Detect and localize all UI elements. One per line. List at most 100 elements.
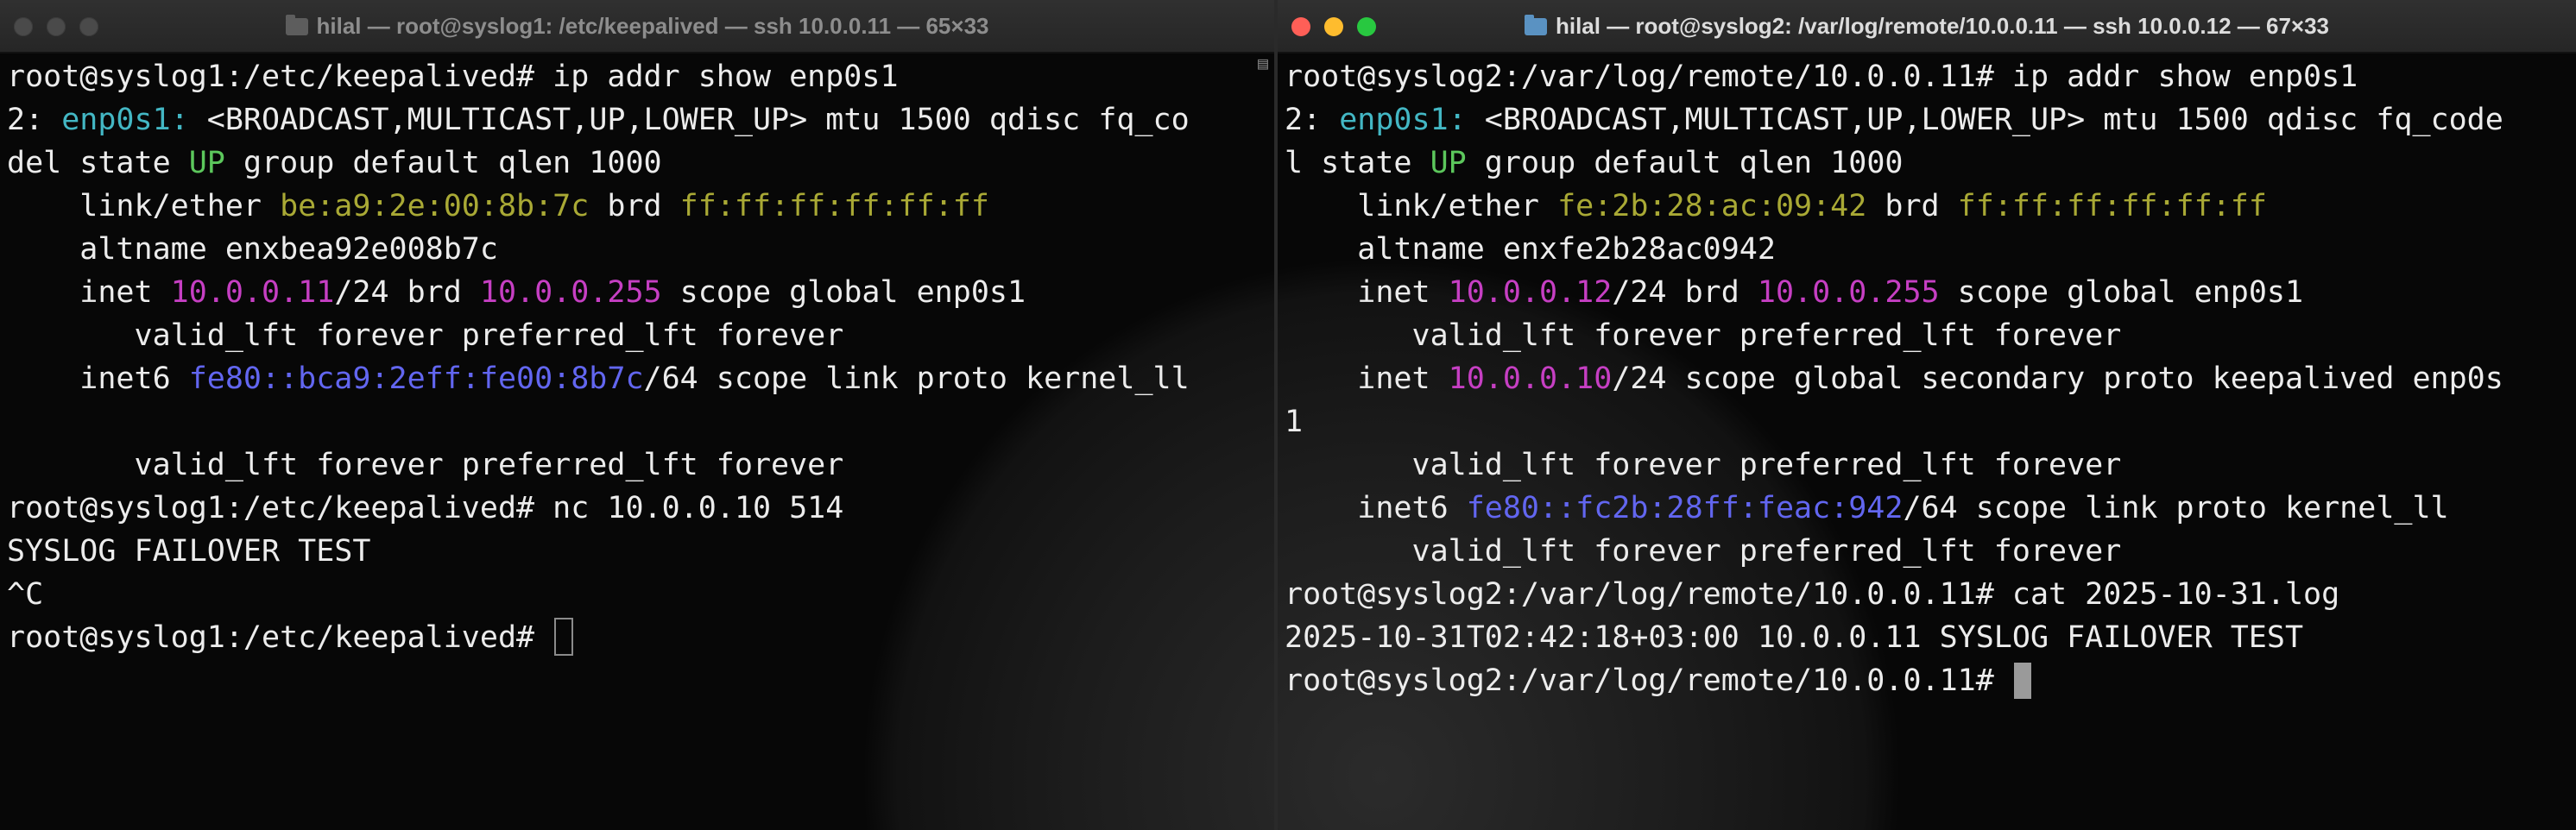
terminal-line: valid_lft forever preferred_lft forever — [1285, 443, 2503, 487]
terminal-line: inet6 fe80::bca9:2eff:fe00:8b7c/64 scope… — [7, 357, 1190, 400]
terminal-text: valid_lft forever preferred_lft forever — [1285, 318, 2122, 353]
terminal-text: inet — [1285, 275, 1449, 310]
terminal-text: 2: — [1285, 103, 1340, 137]
terminal-line: inet 10.0.0.10/24 scope global secondary… — [1285, 357, 2503, 400]
terminal-line: inet 10.0.0.11/24 brd 10.0.0.255 scope g… — [7, 271, 1190, 314]
terminal-text: scope global enp0s1 — [1939, 275, 2304, 310]
terminal-text: 10.0.0.10 — [1448, 362, 1613, 396]
terminal-text: ff:ff:ff:ff:ff:ff — [679, 189, 989, 223]
terminal-text: 1 — [1285, 405, 1304, 439]
terminal-line: altname enxbea92e008b7c — [7, 228, 1190, 271]
terminal-text: 10.0.0.255 — [479, 275, 662, 310]
terminal-line: valid_lft forever preferred_lft forever — [7, 443, 1190, 487]
terminal-text: 10.0.0.255 — [1757, 275, 1940, 310]
terminal-text: inet — [1285, 362, 1449, 396]
terminal-line: del state UP group default qlen 1000 — [7, 141, 1190, 185]
terminal-line: root@syslog2:/var/log/remote/10.0.0.11# … — [1285, 55, 2503, 98]
terminal-text: root@syslog2:/var/log/remote/10.0.0.11# … — [1285, 577, 2340, 612]
terminal-text: ^C — [7, 577, 44, 612]
terminal-text: root@syslog2:/var/log/remote/10.0.0.11# — [1285, 663, 2012, 698]
terminal-text: enp0s1: — [61, 103, 189, 137]
terminal-line: valid_lft forever preferred_lft forever — [1285, 530, 2503, 573]
terminal-line: ^C — [7, 573, 1190, 616]
terminal-text: valid_lft forever preferred_lft forever — [7, 448, 844, 482]
terminal-text: 10.0.0.11 — [170, 275, 335, 310]
terminal-text: inet — [7, 275, 171, 310]
terminal-text: valid_lft forever preferred_lft forever — [1285, 534, 2122, 569]
terminal-text: fe:2b:28:ac:09:42 — [1557, 189, 1867, 223]
terminal-text: <BROADCAST,MULTICAST,UP,LOWER_UP> mtu 15… — [1466, 103, 2503, 137]
terminal-output[interactable]: root@syslog2:/var/log/remote/10.0.0.11# … — [1285, 55, 2503, 702]
terminal-line: root@syslog1:/etc/keepalived# ip addr sh… — [7, 55, 1190, 98]
window-title-text: hilal — root@syslog2: /var/log/remote/10… — [1555, 13, 2330, 39]
terminal-text: altname enxbea92e008b7c — [7, 232, 498, 267]
terminal-text: link/ether — [1285, 189, 1558, 223]
terminal-line: root@syslog2:/var/log/remote/10.0.0.11# — [1285, 659, 2503, 702]
terminal-text: l state — [1285, 146, 1430, 180]
window-title: hilal — root@syslog1: /etc/keepalived — … — [0, 0, 1274, 52]
terminal-text: link/ether — [7, 189, 281, 223]
terminal-line: 2: enp0s1: <BROADCAST,MULTICAST,UP,LOWER… — [1285, 98, 2503, 141]
terminal-line: 2: enp0s1: <BROADCAST,MULTICAST,UP,LOWER… — [7, 98, 1190, 141]
terminal-text: scope global enp0s1 — [661, 275, 1026, 310]
terminal-text: root@syslog1:/etc/keepalived# — [7, 620, 553, 655]
terminal-line: root@syslog1:/etc/keepalived# nc 10.0.0.… — [7, 487, 1190, 530]
terminal-text: altname enxfe2b28ac0942 — [1285, 232, 1776, 267]
terminal-text: <BROADCAST,MULTICAST,UP,LOWER_UP> mtu 15… — [188, 103, 1190, 137]
scroll-indicator-icon[interactable]: ▤ — [1253, 53, 1272, 72]
folder-icon — [1524, 15, 1547, 35]
terminal-text: valid_lft forever preferred_lft forever — [7, 318, 844, 353]
terminal-window-syslog2[interactable]: hilal — root@syslog2: /var/log/remote/10… — [1278, 0, 2576, 830]
terminal-text: /24 scope global secondary proto keepali… — [1612, 362, 2503, 396]
terminal-line: SYSLOG FAILOVER TEST — [7, 530, 1190, 573]
terminal-text: UP — [1430, 146, 1467, 180]
terminal-line: link/ether be:a9:2e:00:8b:7c brd ff:ff:f… — [7, 185, 1190, 228]
terminal-text: /64 scope link proto kernel_ll — [1903, 491, 2449, 525]
terminal-line: valid_lft forever preferred_lft forever — [1285, 314, 2503, 357]
terminal-text: ff:ff:ff:ff:ff:ff — [1957, 189, 2267, 223]
terminal-text: 2025-10-31T02:42:18+03:00 10.0.0.11 SYSL… — [1285, 620, 2304, 655]
terminal-text: /24 brd — [1612, 275, 1758, 310]
terminal-text: group default qlen 1000 — [224, 146, 662, 180]
terminal-text: root@syslog1:/etc/keepalived# nc 10.0.0.… — [7, 491, 844, 525]
terminal-text: fe80::fc2b:28ff:feac:942 — [1466, 491, 1904, 525]
text-cursor — [2013, 663, 2031, 699]
terminal-line: root@syslog1:/etc/keepalived# — [7, 616, 1190, 659]
terminal-text: /24 brd — [334, 275, 480, 310]
title-bar[interactable]: hilal — root@syslog2: /var/log/remote/10… — [1278, 0, 2576, 53]
terminal-text: brd — [589, 189, 680, 223]
terminal-line: valid_lft forever preferred_lft forever — [7, 314, 1190, 357]
folder-icon — [285, 15, 308, 35]
terminal-text: root@syslog1:/etc/keepalived# ip addr sh… — [7, 60, 899, 94]
terminal-text: group default qlen 1000 — [1466, 146, 1904, 180]
terminal-text: root@syslog2:/var/log/remote/10.0.0.11# … — [1285, 60, 2358, 94]
terminal-text: del state — [7, 146, 189, 180]
terminal-text: UP — [188, 146, 225, 180]
terminal-line: root@syslog2:/var/log/remote/10.0.0.11# … — [1285, 573, 2503, 616]
window-title-text: hilal — root@syslog1: /etc/keepalived — … — [316, 13, 989, 39]
terminal-text: 10.0.0.12 — [1448, 275, 1613, 310]
terminal-text: inet6 — [1285, 491, 1467, 525]
terminal-text: enp0s1: — [1339, 103, 1467, 137]
terminal-line: inet6 fe80::fc2b:28ff:feac:942/64 scope … — [1285, 487, 2503, 530]
terminal-line: inet 10.0.0.12/24 brd 10.0.0.255 scope g… — [1285, 271, 2503, 314]
terminal-text: 2: — [7, 103, 62, 137]
terminal-text: /64 scope link proto kernel_ll — [643, 362, 1190, 396]
terminal-line: link/ether fe:2b:28:ac:09:42 brd ff:ff:f… — [1285, 185, 2503, 228]
terminal-text: SYSLOG FAILOVER TEST — [7, 534, 371, 569]
text-cursor — [554, 618, 574, 656]
terminal-text: inet6 — [7, 362, 189, 396]
terminal-line: 2025-10-31T02:42:18+03:00 10.0.0.11 SYSL… — [1285, 616, 2503, 659]
terminal-text: be:a9:2e:00:8b:7c — [280, 189, 590, 223]
terminal-line: l state UP group default qlen 1000 — [1285, 141, 2503, 185]
terminal-window-syslog1[interactable]: hilal — root@syslog1: /etc/keepalived — … — [0, 0, 1274, 830]
terminal-text: brd — [1866, 189, 1958, 223]
title-bar[interactable]: hilal — root@syslog1: /etc/keepalived — … — [0, 0, 1274, 53]
terminal-text: fe80::bca9:2eff:fe00:8b7c — [188, 362, 644, 396]
terminal-line: altname enxfe2b28ac0942 — [1285, 228, 2503, 271]
terminal-output[interactable]: root@syslog1:/etc/keepalived# ip addr sh… — [7, 55, 1190, 659]
terminal-text: valid_lft forever preferred_lft forever — [1285, 448, 2122, 482]
terminal-line: 1 — [1285, 400, 2503, 443]
window-title: hilal — root@syslog2: /var/log/remote/10… — [1278, 0, 2576, 52]
